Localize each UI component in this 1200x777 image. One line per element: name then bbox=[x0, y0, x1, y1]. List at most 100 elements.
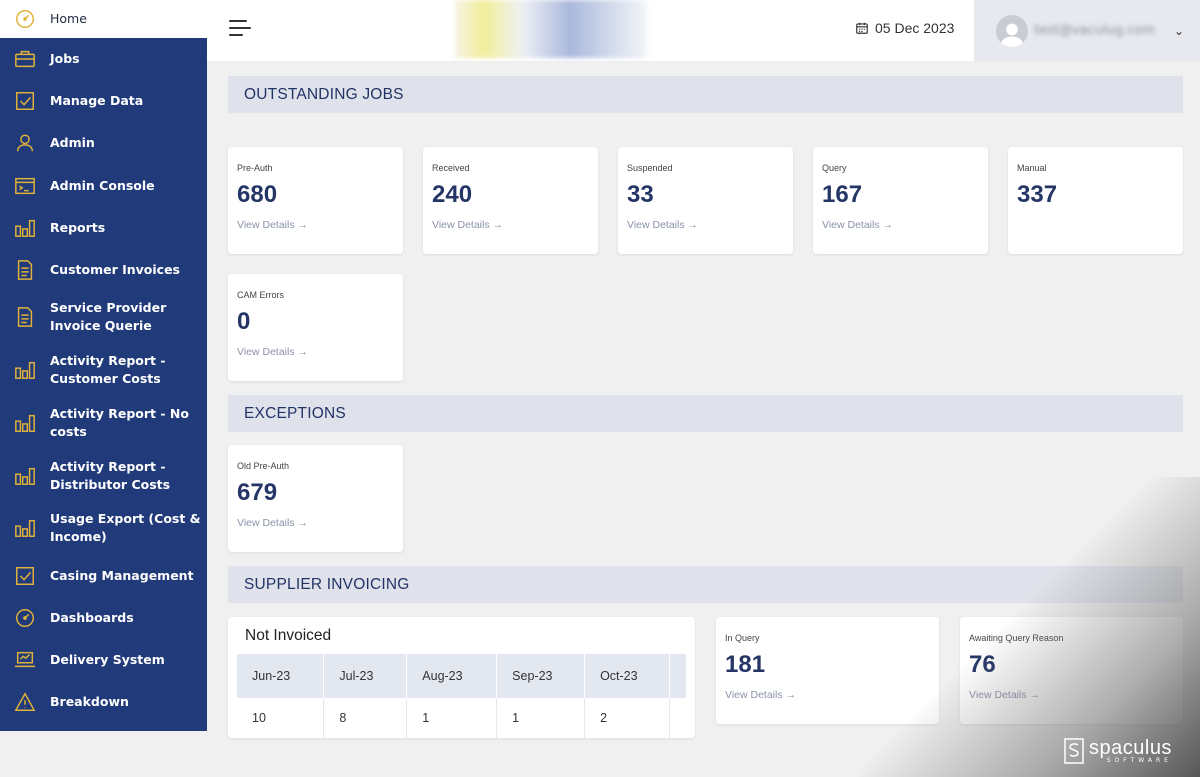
card-awaiting-query-reason: Awaiting Query Reason 76 View Details → bbox=[960, 617, 1183, 724]
checkbox-icon bbox=[14, 565, 36, 587]
watermark-text: spaculus bbox=[1089, 736, 1172, 759]
card-label: Awaiting Query Reason bbox=[969, 633, 1064, 643]
card-manual: Manual 337 bbox=[1008, 147, 1183, 254]
user-menu[interactable]: test@vaculug.com ⌄ bbox=[974, 0, 1200, 61]
view-details-link[interactable]: View Details → bbox=[627, 219, 784, 231]
sidebar-item-label: Usage Export (Cost & Income) bbox=[50, 511, 201, 545]
date-text: 05 Dec 2023 bbox=[875, 20, 955, 36]
card-label: Manual bbox=[1017, 163, 1047, 173]
panel-title: Not Invoiced bbox=[245, 627, 332, 644]
card-cam-errors: CAM Errors 0 View Details → bbox=[228, 274, 403, 381]
calendar-icon bbox=[856, 22, 868, 34]
sidebar-item-label: Reports bbox=[50, 219, 106, 235]
laptop-icon bbox=[14, 649, 36, 671]
card-value: 337 bbox=[1017, 181, 1058, 208]
sidebar-item-label: Dashboards bbox=[50, 609, 134, 625]
bar-chart-icon bbox=[14, 359, 36, 381]
sidebar-item-label: Manage Data bbox=[50, 93, 144, 109]
gauge-icon bbox=[14, 607, 36, 629]
sidebar-item-dashboards[interactable]: Dashboards bbox=[0, 597, 207, 639]
column-header-empty bbox=[669, 654, 688, 698]
card-value: 240 bbox=[432, 181, 473, 208]
view-details-link[interactable]: View Details → bbox=[237, 346, 394, 358]
view-details-link[interactable]: View Details → bbox=[432, 219, 589, 231]
column-header: Jul-23 bbox=[323, 654, 408, 698]
card-query: Query 167 View Details → bbox=[813, 147, 988, 254]
gauge-icon bbox=[14, 8, 36, 30]
sidebar-item-activity-customer[interactable]: Activity Report - Customer Costs bbox=[0, 344, 207, 397]
document-icon bbox=[14, 306, 36, 328]
menu-toggle-icon[interactable] bbox=[229, 20, 253, 40]
sidebar-item-customer-invoices[interactable]: Customer Invoices bbox=[0, 249, 207, 291]
briefcase-icon bbox=[14, 48, 36, 70]
sidebar-item-reports[interactable]: Reports bbox=[0, 207, 207, 249]
bar-chart-icon bbox=[14, 465, 36, 487]
sidebar-item-activity-no-costs[interactable]: Activity Report - No costs bbox=[0, 397, 207, 450]
sidebar-item-activity-distributor[interactable]: Activity Report - Distributor Costs bbox=[0, 449, 207, 502]
sidebar-item-label: Activity Report - No costs bbox=[50, 405, 189, 439]
sidebar-item-admin[interactable]: Admin bbox=[0, 122, 207, 164]
sidebar-item-jobs[interactable]: Jobs bbox=[0, 38, 207, 80]
user-email: test@vaculug.com bbox=[1034, 23, 1156, 38]
card-value: 181 bbox=[725, 651, 766, 678]
card-label: Received bbox=[432, 163, 470, 173]
view-details-link[interactable]: View Details → bbox=[237, 517, 394, 529]
card-label: Suspended bbox=[627, 163, 673, 173]
avatar bbox=[996, 14, 1028, 47]
view-details-link[interactable]: View Details → bbox=[969, 689, 1174, 701]
current-date: 05 Dec 2023 bbox=[855, 20, 954, 36]
not-invoiced-panel: Not Invoiced Jun-23 Jul-23 Aug-23 Sep-23… bbox=[228, 617, 695, 738]
section-exceptions: EXCEPTIONS bbox=[228, 395, 1183, 432]
column-header: Aug-23 bbox=[406, 654, 498, 698]
card-value: 679 bbox=[237, 479, 278, 506]
card-value: 167 bbox=[822, 181, 863, 208]
card-label: Pre-Auth bbox=[237, 163, 273, 173]
view-details-link[interactable]: View Details → bbox=[237, 219, 394, 231]
column-header: Jun-23 bbox=[237, 654, 325, 698]
sidebar-item-label: Admin bbox=[50, 135, 95, 151]
bar-chart-icon bbox=[14, 217, 36, 239]
sidebar-item-admin-console[interactable]: Admin Console bbox=[0, 165, 207, 207]
user-icon bbox=[14, 132, 36, 154]
sidebar-item-label: Activity Report - Distributor Costs bbox=[50, 458, 171, 492]
view-details-link[interactable]: View Details → bbox=[725, 689, 930, 701]
sidebar-item-usage-export[interactable]: Usage Export (Cost & Income) bbox=[0, 502, 207, 555]
card-value: 76 bbox=[969, 651, 996, 678]
document-icon bbox=[14, 259, 36, 281]
sidebar-item-manage-data[interactable]: Manage Data bbox=[0, 80, 207, 122]
bar-chart-icon bbox=[14, 412, 36, 434]
table-cell: 10 bbox=[237, 698, 325, 738]
card-label: Query bbox=[822, 163, 847, 173]
sidebar: Home Jobs Manage Data Admin Admin Consol… bbox=[0, 0, 207, 731]
warning-icon bbox=[14, 691, 36, 713]
chevron-down-icon[interactable]: ⌄ bbox=[1174, 24, 1184, 38]
watermark-logo: spaculus SOFTWARE bbox=[1063, 737, 1172, 765]
sidebar-item-delivery-system[interactable]: Delivery System bbox=[0, 639, 207, 681]
table-cell: 2 bbox=[584, 698, 670, 738]
sidebar-item-label: Activity Report - Customer Costs bbox=[50, 353, 166, 387]
sidebar-item-label: Jobs bbox=[50, 51, 80, 67]
sidebar-item-breakdown[interactable]: Breakdown bbox=[0, 681, 207, 723]
table-cell: 1 bbox=[406, 698, 498, 738]
table-cell: 1 bbox=[496, 698, 586, 738]
column-header: Sep-23 bbox=[496, 654, 586, 698]
card-value: 0 bbox=[237, 308, 251, 335]
card-suspended: Suspended 33 View Details → bbox=[618, 147, 793, 254]
sidebar-item-label: Service Provider Invoice Querie bbox=[50, 300, 167, 334]
sidebar-item-home[interactable]: Home bbox=[0, 0, 207, 38]
card-value: 33 bbox=[627, 181, 654, 208]
console-icon bbox=[14, 175, 36, 197]
not-invoiced-table: Jun-23 Jul-23 Aug-23 Sep-23 Oct-23 10 8 … bbox=[237, 654, 688, 738]
card-label: CAM Errors bbox=[237, 290, 284, 300]
card-pre-auth: Pre-Auth 680 View Details → bbox=[228, 147, 403, 254]
top-bar: 05 Dec 2023 test@vaculug.com ⌄ bbox=[207, 0, 1200, 61]
sidebar-item-service-provider[interactable]: Service Provider Invoice Querie bbox=[0, 291, 207, 344]
card-label: Old Pre-Auth bbox=[237, 461, 290, 471]
section-outstanding-jobs: OUTSTANDING JOBS bbox=[228, 76, 1183, 113]
column-header: Oct-23 bbox=[584, 654, 670, 698]
table-cell-empty bbox=[669, 698, 686, 738]
view-details-link[interactable]: View Details → bbox=[822, 219, 979, 231]
card-in-query: In Query 181 View Details → bbox=[716, 617, 939, 724]
bar-chart-icon bbox=[14, 517, 36, 539]
sidebar-item-casing-management[interactable]: Casing Management bbox=[0, 555, 207, 597]
